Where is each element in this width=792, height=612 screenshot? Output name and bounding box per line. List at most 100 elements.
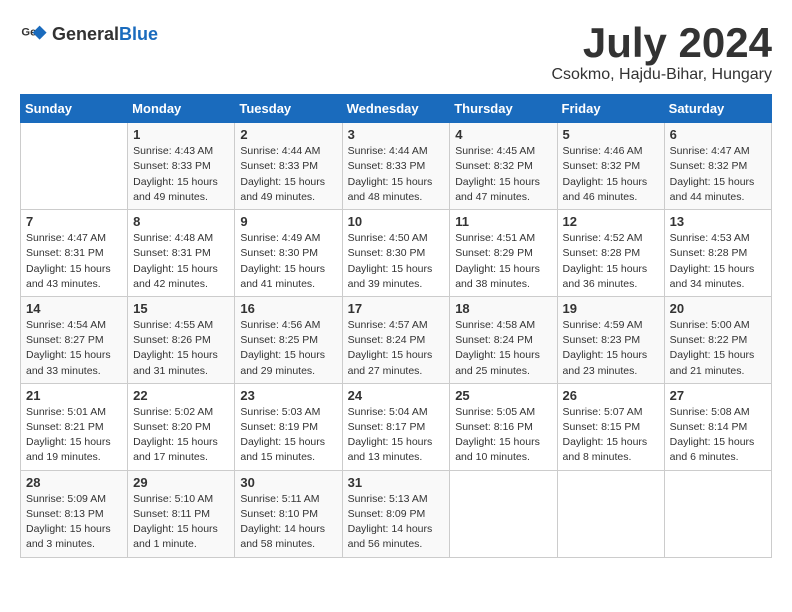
day-number: 15 <box>133 301 229 316</box>
day-info: Sunrise: 5:01 AM Sunset: 8:21 PM Dayligh… <box>26 405 122 466</box>
calendar-cell: 8Sunrise: 4:48 AM Sunset: 8:31 PM Daylig… <box>128 210 235 297</box>
calendar-cell: 27 Sunrise: 5:08 AM Sunset: 8:14 PM Dayli… <box>664 383 771 470</box>
day-number: 29 <box>133 475 229 490</box>
day-info: Sunrise: 4:50 AM Sunset: 8:30 PM Dayligh… <box>348 231 445 292</box>
calendar-cell: 11 Sunrise: 4:51 AM Sunset: 8:29 PM Dayli… <box>450 210 557 297</box>
days-of-week-row: SundayMondayTuesdayWednesdayThursdayFrid… <box>21 95 772 123</box>
day-number: 10 <box>348 214 445 229</box>
calendar-cell: 16 Sunrise: 4:56 AM Sunset: 8:25 PM Dayli… <box>235 296 342 383</box>
calendar-cell: 6Sunrise: 4:47 AM Sunset: 8:32 PM Daylig… <box>664 123 771 210</box>
calendar-cell: 25Sunrise: 5:05 AM Sunset: 8:16 PM Dayli… <box>450 383 557 470</box>
day-number: 24 <box>348 388 445 403</box>
day-number: 18 <box>455 301 551 316</box>
calendar-cell: 30 Sunrise: 5:11 AM Sunset: 8:10 PM Dayli… <box>235 470 342 557</box>
calendar-week-row: 7 Sunrise: 4:47 AM Sunset: 8:31 PM Daylig… <box>21 210 772 297</box>
day-info: Sunrise: 4:58 AM Sunset: 8:24 PM Dayligh… <box>455 318 551 379</box>
calendar-cell: 18 Sunrise: 4:58 AM Sunset: 8:24 PM Dayli… <box>450 296 557 383</box>
calendar-cell: 2 Sunrise: 4:44 AM Sunset: 8:33 PM Daylig… <box>235 123 342 210</box>
day-number: 12 <box>563 214 659 229</box>
day-info: Sunrise: 4:57 AM Sunset: 8:24 PM Dayligh… <box>348 318 445 379</box>
calendar-body: 1 Sunrise: 4:43 AM Sunset: 8:33 PM Daylig… <box>21 123 772 557</box>
calendar-header: SundayMondayTuesdayWednesdayThursdayFrid… <box>21 95 772 123</box>
day-number: 7 <box>26 214 122 229</box>
day-info: Sunrise: 5:08 AM Sunset: 8:14 PM Dayligh… <box>670 405 766 466</box>
calendar-cell <box>664 470 771 557</box>
logo-general: General <box>52 24 119 44</box>
day-number: 2 <box>240 127 336 142</box>
calendar-cell: 1 Sunrise: 4:43 AM Sunset: 8:33 PM Daylig… <box>128 123 235 210</box>
day-info: Sunrise: 4:48 AM Sunset: 8:31 PM Dayligh… <box>133 231 229 292</box>
calendar-cell: 29Sunrise: 5:10 AM Sunset: 8:11 PM Dayli… <box>128 470 235 557</box>
day-info: Sunrise: 4:49 AM Sunset: 8:30 PM Dayligh… <box>240 231 336 292</box>
calendar-cell: 17 Sunrise: 4:57 AM Sunset: 8:24 PM Dayli… <box>342 296 450 383</box>
calendar-week-row: 1 Sunrise: 4:43 AM Sunset: 8:33 PM Daylig… <box>21 123 772 210</box>
day-number: 3 <box>348 127 445 142</box>
calendar-cell: 3Sunrise: 4:44 AM Sunset: 8:33 PM Daylig… <box>342 123 450 210</box>
day-number: 1 <box>133 127 229 142</box>
day-info: Sunrise: 5:09 AM Sunset: 8:13 PM Dayligh… <box>26 492 122 553</box>
calendar-cell: 7 Sunrise: 4:47 AM Sunset: 8:31 PM Daylig… <box>21 210 128 297</box>
calendar-cell: 5 Sunrise: 4:46 AM Sunset: 8:32 PM Daylig… <box>557 123 664 210</box>
calendar-cell: 4Sunrise: 4:45 AM Sunset: 8:32 PM Daylig… <box>450 123 557 210</box>
calendar-cell: 10 Sunrise: 4:50 AM Sunset: 8:30 PM Dayli… <box>342 210 450 297</box>
day-number: 28 <box>26 475 122 490</box>
day-number: 17 <box>348 301 445 316</box>
day-number: 31 <box>348 475 445 490</box>
day-number: 21 <box>26 388 122 403</box>
day-number: 26 <box>563 388 659 403</box>
calendar-cell: 23Sunrise: 5:03 AM Sunset: 8:19 PM Dayli… <box>235 383 342 470</box>
calendar-cell: 31 Sunrise: 5:13 AM Sunset: 8:09 PM Dayli… <box>342 470 450 557</box>
day-info: Sunrise: 4:52 AM Sunset: 8:28 PM Dayligh… <box>563 231 659 292</box>
calendar-cell: 14Sunrise: 4:54 AM Sunset: 8:27 PM Dayli… <box>21 296 128 383</box>
day-number: 5 <box>563 127 659 142</box>
calendar-cell: 19Sunrise: 4:59 AM Sunset: 8:23 PM Dayli… <box>557 296 664 383</box>
day-of-week-header: Saturday <box>664 95 771 123</box>
logo: Gen GeneralBlue <box>20 20 158 48</box>
day-number: 6 <box>670 127 766 142</box>
logo-icon: Gen <box>20 20 48 48</box>
calendar-cell: 21 Sunrise: 5:01 AM Sunset: 8:21 PM Dayli… <box>21 383 128 470</box>
calendar-cell: 15 Sunrise: 4:55 AM Sunset: 8:26 PM Dayli… <box>128 296 235 383</box>
day-number: 30 <box>240 475 336 490</box>
calendar-cell: 13Sunrise: 4:53 AM Sunset: 8:28 PM Dayli… <box>664 210 771 297</box>
day-number: 11 <box>455 214 551 229</box>
day-info: Sunrise: 5:13 AM Sunset: 8:09 PM Dayligh… <box>348 492 445 553</box>
day-info: Sunrise: 5:11 AM Sunset: 8:10 PM Dayligh… <box>240 492 336 553</box>
calendar-cell: 20Sunrise: 5:00 AM Sunset: 8:22 PM Dayli… <box>664 296 771 383</box>
day-number: 27 <box>670 388 766 403</box>
day-number: 9 <box>240 214 336 229</box>
calendar-cell: 22Sunrise: 5:02 AM Sunset: 8:20 PM Dayli… <box>128 383 235 470</box>
day-info: Sunrise: 4:55 AM Sunset: 8:26 PM Dayligh… <box>133 318 229 379</box>
day-info: Sunrise: 4:43 AM Sunset: 8:33 PM Dayligh… <box>133 144 229 205</box>
calendar-cell: 12 Sunrise: 4:52 AM Sunset: 8:28 PM Dayli… <box>557 210 664 297</box>
location-subtitle: Csokmo, Hajdu-Bihar, Hungary <box>551 66 772 84</box>
day-info: Sunrise: 5:04 AM Sunset: 8:17 PM Dayligh… <box>348 405 445 466</box>
calendar-cell <box>450 470 557 557</box>
day-of-week-header: Friday <box>557 95 664 123</box>
logo-blue: Blue <box>119 24 158 44</box>
day-number: 16 <box>240 301 336 316</box>
day-info: Sunrise: 4:47 AM Sunset: 8:31 PM Dayligh… <box>26 231 122 292</box>
day-info: Sunrise: 5:05 AM Sunset: 8:16 PM Dayligh… <box>455 405 551 466</box>
month-year-title: July 2024 <box>551 20 772 66</box>
day-info: Sunrise: 4:44 AM Sunset: 8:33 PM Dayligh… <box>240 144 336 205</box>
calendar-cell: 24 Sunrise: 5:04 AM Sunset: 8:17 PM Dayli… <box>342 383 450 470</box>
day-number: 19 <box>563 301 659 316</box>
day-info: Sunrise: 4:46 AM Sunset: 8:32 PM Dayligh… <box>563 144 659 205</box>
day-number: 13 <box>670 214 766 229</box>
day-number: 4 <box>455 127 551 142</box>
calendar-cell <box>557 470 664 557</box>
day-info: Sunrise: 4:56 AM Sunset: 8:25 PM Dayligh… <box>240 318 336 379</box>
day-info: Sunrise: 4:51 AM Sunset: 8:29 PM Dayligh… <box>455 231 551 292</box>
page-header: Gen GeneralBlue July 2024 Csokmo, Hajdu-… <box>20 20 772 84</box>
day-of-week-header: Tuesday <box>235 95 342 123</box>
calendar-week-row: 21 Sunrise: 5:01 AM Sunset: 8:21 PM Dayli… <box>21 383 772 470</box>
day-info: Sunrise: 4:54 AM Sunset: 8:27 PM Dayligh… <box>26 318 122 379</box>
calendar-table: SundayMondayTuesdayWednesdayThursdayFrid… <box>20 94 772 557</box>
day-of-week-header: Thursday <box>450 95 557 123</box>
day-info: Sunrise: 5:00 AM Sunset: 8:22 PM Dayligh… <box>670 318 766 379</box>
day-info: Sunrise: 5:03 AM Sunset: 8:19 PM Dayligh… <box>240 405 336 466</box>
day-of-week-header: Wednesday <box>342 95 450 123</box>
calendar-cell <box>21 123 128 210</box>
day-info: Sunrise: 5:07 AM Sunset: 8:15 PM Dayligh… <box>563 405 659 466</box>
